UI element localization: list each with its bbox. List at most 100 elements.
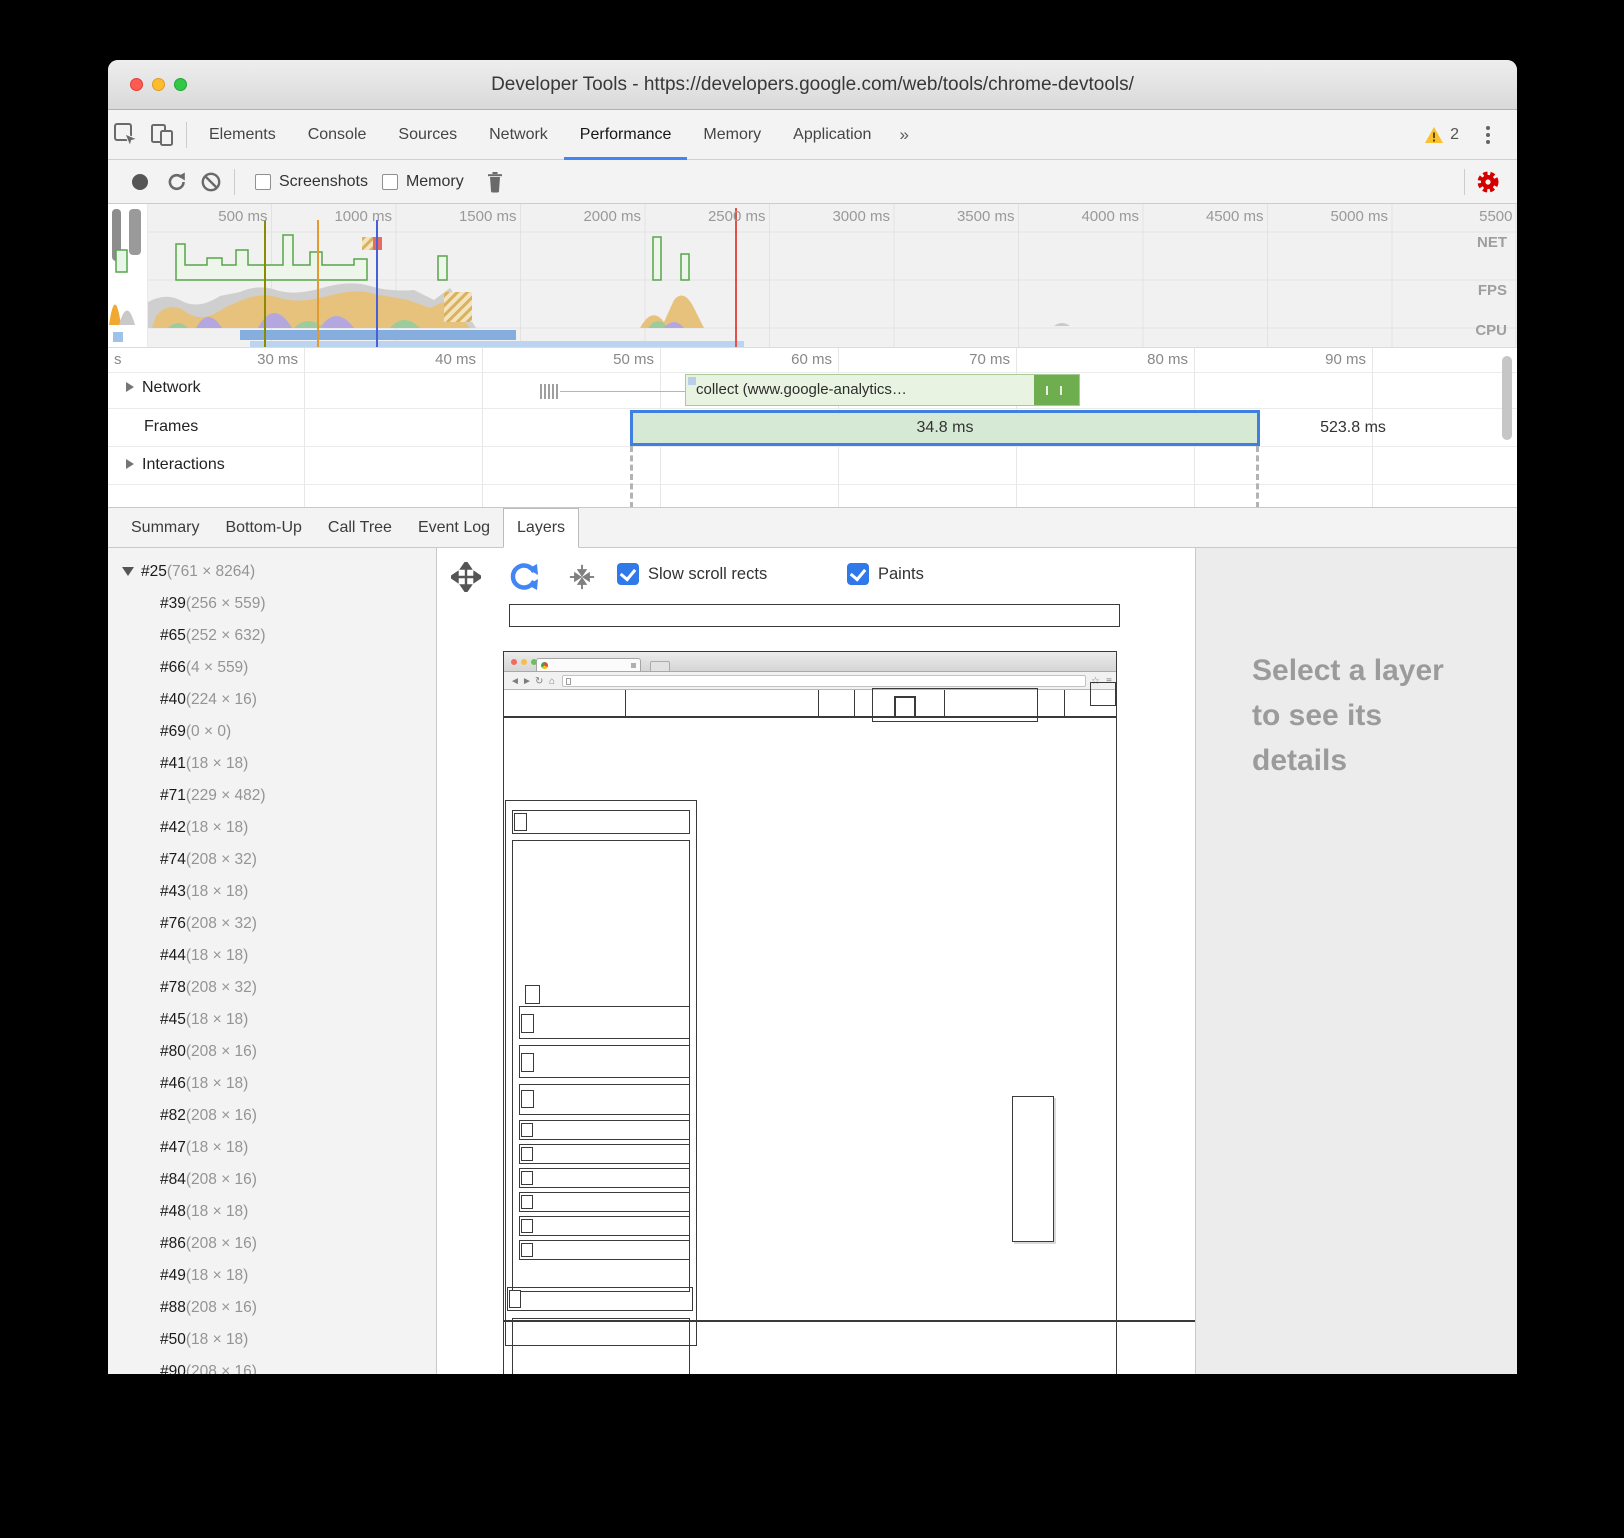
layer-tree-item[interactable]: #47(18 × 18) [108,1132,436,1164]
more-tabs-chevron[interactable]: » [887,110,920,159]
layer-tree-item[interactable]: #69(0 × 0) [108,716,436,748]
capture-settings-button[interactable] [1471,168,1505,196]
layer-tree-item[interactable]: #46(18 × 18) [108,1068,436,1100]
layer-details-pane: Select a layer to see its details [1195,548,1517,1374]
layer-tree-item[interactable]: #39(256 × 559) [108,588,436,620]
layer-tree-item[interactable]: #74(208 × 32) [108,844,436,876]
layer-outline-row[interactable] [519,1240,690,1260]
network-request-bar[interactable]: collect (www.google-analytics… [685,374,1080,406]
paints-checkbox[interactable] [847,563,869,585]
layers-3d-view[interactable]: Slow scroll rects Paints ◄ ► ↻ ⌂ [437,548,1195,1374]
layer-outline-scroll-thumb[interactable] [1012,1096,1054,1242]
flame-scrollbar-thumb[interactable] [1502,356,1512,440]
drawer-tab[interactable]: Call Tree [315,508,405,547]
layer-outline-row[interactable] [519,1144,690,1164]
paints-label: Paints [878,565,924,584]
layer-tree-item[interactable]: #71(229 × 482) [108,780,436,812]
layer-tree-item[interactable]: #25(761 × 8264) [108,556,436,588]
flame-chart[interactable]: s 30 ms40 ms50 ms60 ms70 ms80 ms90 ms Ne… [108,348,1517,508]
drawer-tab[interactable]: Summary [118,508,212,547]
layer-tree-item[interactable]: #44(18 × 18) [108,940,436,972]
mini-page-header-band [504,690,1116,718]
layer-outline-row[interactable] [512,810,690,834]
center-icon [569,564,595,590]
record-button[interactable] [132,174,148,190]
layer-outline-row[interactable] [519,1084,690,1115]
panel-tab[interactable]: Application [777,110,887,159]
panel-tab[interactable]: Memory [687,110,777,159]
mini-url-field [562,675,1086,687]
layer-tree-item[interactable]: #84(208 × 16) [108,1164,436,1196]
flame-ruler-edge-label: s [114,351,122,368]
garbage-collect-button[interactable] [478,171,512,193]
layer-tree-item[interactable]: #86(208 × 16) [108,1228,436,1260]
layer-tree-item[interactable]: #48(18 × 18) [108,1196,436,1228]
layer-tree-item[interactable]: #43(18 × 18) [108,876,436,908]
drawer-tab[interactable]: Event Log [405,508,503,547]
layer-tree-item[interactable]: #80(208 × 16) [108,1036,436,1068]
layer-tree-item[interactable]: #49(18 × 18) [108,1260,436,1292]
network-row-header[interactable]: Network [126,379,201,397]
drawer-tab[interactable]: Layers [503,508,579,548]
panel-tab[interactable]: Console [292,110,383,159]
frames-row-header: Frames [144,418,198,436]
layer-tree-item[interactable]: #41(18 × 18) [108,748,436,780]
toolbar-divider [1464,169,1465,195]
timeline-overview[interactable]: 500 ms1000 ms1500 ms2000 ms2500 ms3000 m… [108,204,1517,348]
memory-checkbox[interactable] [382,174,398,190]
layer-tree-item[interactable]: #76(208 × 32) [108,908,436,940]
rotate-mode-button[interactable] [507,560,541,594]
panel-tab[interactable]: Network [473,110,564,159]
panel-tab[interactable]: Elements [193,110,292,159]
device-toolbar-button[interactable] [144,110,180,159]
drawer-tab[interactable]: Bottom-Up [212,508,314,547]
console-warning-badge[interactable]: 2 [1424,110,1459,159]
collapse-layer-icon[interactable] [122,567,134,576]
layer-outline-strip[interactable] [509,604,1120,627]
clear-recordings-button[interactable] [194,171,228,193]
layer-outline-footer[interactable] [512,1318,690,1374]
layer-tree-item[interactable]: #66(4 × 559) [108,652,436,684]
layer-outline-row[interactable] [519,1006,690,1039]
slow-scroll-rects-checkbox[interactable] [617,563,639,585]
panel-tab[interactable]: Sources [382,110,473,159]
selected-frame-bar[interactable]: 34.8 ms [630,410,1260,446]
zoom-window-button[interactable] [174,78,187,91]
screenshots-checkbox[interactable] [255,174,271,190]
mini-home-icon: ⌂ [549,677,555,686]
panel-tab[interactable]: Performance [564,110,688,159]
interactions-row-header[interactable]: Interactions [126,456,225,474]
mini-header-square [894,696,916,718]
rotate-icon [507,560,541,594]
paints-control[interactable]: Paints [847,563,924,585]
layer-tree-item[interactable]: #65(252 × 632) [108,620,436,652]
panel-tabs: ElementsConsoleSourcesNetworkPerformance… [193,110,887,159]
devtools-menu-button[interactable] [1473,110,1503,159]
layer-tree-item[interactable]: #45(18 × 18) [108,1004,436,1036]
layer-outline-swatch [521,1147,533,1161]
reload-and-profile-button[interactable] [160,171,194,193]
inspect-element-button[interactable] [108,110,144,159]
layer-outline-row[interactable] [519,1168,690,1188]
frame-duration: 34.8 ms [917,419,974,437]
flame-ruler: 30 ms40 ms50 ms60 ms70 ms80 ms90 ms [126,351,1372,368]
layer-tree-item[interactable]: #88(208 × 16) [108,1292,436,1324]
layer-tree-item[interactable]: #90(208 × 16) [108,1356,436,1374]
layer-outline-row[interactable] [519,1216,690,1236]
slow-scroll-rects-control[interactable]: Slow scroll rects [617,563,767,585]
layer-tree-item[interactable]: #40(224 × 16) [108,684,436,716]
layer-outline-row[interactable] [519,1120,690,1140]
layer-outline-row[interactable] [507,1287,693,1311]
layer-tree-item[interactable]: #50(18 × 18) [108,1324,436,1356]
layer-tree-item[interactable]: #82(208 × 16) [108,1100,436,1132]
pan-mode-button[interactable] [451,562,481,592]
layer-tree-item[interactable]: #78(208 × 32) [108,972,436,1004]
flame-ruler-label: 30 ms [126,351,304,368]
next-frame-duration[interactable]: 523.8 ms [1268,410,1438,446]
close-window-button[interactable] [130,78,143,91]
minimize-window-button[interactable] [152,78,165,91]
reset-view-button[interactable] [569,564,595,590]
layer-outline-row[interactable] [519,1045,690,1078]
layer-tree-item[interactable]: #42(18 × 18) [108,812,436,844]
layer-outline-row[interactable] [519,1192,690,1212]
